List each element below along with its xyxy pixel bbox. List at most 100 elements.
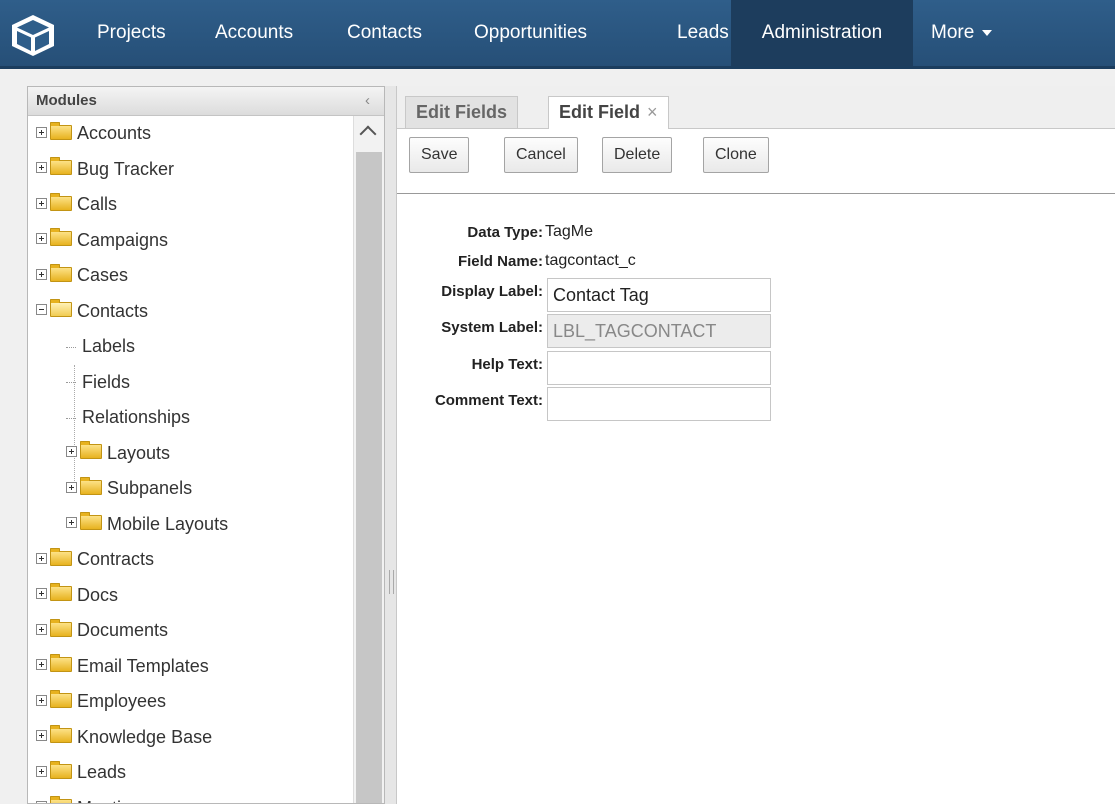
field-name-label: Field Name: [457, 253, 543, 270]
modules-tree: Accounts Bug Tracker Calls Campaigns Cases Co… [28, 116, 354, 803]
data-type-label: Data Type: [467, 224, 543, 241]
modules-panel-title: Modules [36, 92, 97, 109]
folder-icon [50, 654, 72, 673]
folder-icon [50, 689, 72, 708]
tree-item-calls[interactable]: Calls [36, 189, 117, 219]
data-type-value: TagMe [545, 223, 594, 240]
cube-logo-icon[interactable] [8, 12, 58, 58]
modules-panel-header: Modules ‹ [28, 87, 384, 116]
tree-item-mobile-layouts[interactable]: Mobile Layouts [66, 509, 228, 539]
splitter-grip-icon[interactable] [389, 570, 394, 594]
tree-item-knowledge-base[interactable]: Knowledge Base [36, 722, 212, 752]
delete-button[interactable]: Delete [602, 137, 673, 173]
expand-node-icon[interactable] [36, 730, 47, 742]
save-button[interactable]: Save [409, 137, 470, 173]
folder-icon [50, 547, 72, 566]
tree-item-label: Documents [77, 620, 169, 640]
help-text-label: Help Text: [471, 356, 543, 373]
tree-item-label: Layouts [107, 442, 171, 463]
tree-item-contracts[interactable]: Contracts [36, 544, 154, 574]
expand-node-icon[interactable] [36, 694, 47, 706]
tree-item-accounts[interactable]: Accounts [36, 118, 151, 148]
expand-node-icon[interactable] [36, 162, 47, 174]
tree-item-campaigns[interactable]: Campaigns [36, 225, 168, 255]
comment-text-label: Comment Text: [434, 392, 543, 409]
nav-administration[interactable]: Administration [731, 0, 913, 66]
collapse-node-icon[interactable] [36, 304, 47, 316]
modules-panel: Modules ‹ Accounts Bug Tracker Calls Campai… [27, 86, 385, 804]
folder-open-icon [50, 299, 72, 318]
system-label-input [547, 314, 771, 348]
expand-node-icon[interactable] [36, 623, 47, 635]
tree-item-contacts[interactable]: Contacts [36, 296, 148, 326]
tree-item-label: Contacts [77, 300, 149, 321]
expand-node-icon[interactable] [66, 446, 77, 458]
tree-item-bug-tracker[interactable]: Bug Tracker [36, 154, 174, 184]
tree-item-email-templates[interactable]: Email Templates [36, 651, 209, 681]
tab-edit-field[interactable]: Edit Field × [548, 96, 669, 129]
nav-more[interactable]: More [917, 0, 1006, 66]
tree-item-label: Calls [77, 194, 118, 214]
expand-node-icon[interactable] [36, 126, 47, 138]
folder-icon [80, 441, 102, 460]
expand-node-icon[interactable] [66, 481, 77, 493]
display-label-input[interactable] [547, 278, 771, 312]
tree-item-docs[interactable]: Docs [36, 580, 118, 610]
top-navigation-bar: Projects Accounts Contacts Opportunities… [0, 0, 1115, 69]
expand-node-icon[interactable] [36, 588, 47, 600]
tree-item-cases[interactable]: Cases [36, 260, 128, 290]
panel-splitter[interactable] [385, 86, 396, 804]
tree-item-label: Relationships [82, 407, 191, 427]
tree-connector [66, 417, 76, 419]
main-content: Edit Fields Edit Field × Save Cancel Dele… [396, 86, 1115, 804]
folder-icon [50, 725, 72, 744]
tab-edit-fields[interactable]: Edit Fields [405, 96, 519, 128]
folder-icon [50, 618, 72, 637]
tree-item-label: Meetings [77, 798, 150, 804]
expand-node-icon[interactable] [36, 765, 47, 777]
expand-node-icon[interactable] [36, 659, 47, 671]
tree-item-label: Knowledge Base [77, 726, 213, 747]
nav-more-label: More [931, 22, 975, 43]
tree-item-labels[interactable]: Labels [66, 331, 135, 361]
nav-contacts[interactable]: Contacts [334, 0, 435, 66]
expand-node-icon[interactable] [36, 552, 47, 564]
tree-item-subpanels[interactable]: Subpanels [66, 473, 192, 503]
tree-item-label: Campaigns [77, 229, 169, 250]
expand-node-icon[interactable] [36, 268, 47, 280]
clone-button[interactable]: Clone [703, 137, 769, 173]
tree-item-documents[interactable]: Documents [36, 615, 168, 645]
tree-connector [66, 382, 76, 384]
nav-opportunities[interactable]: Opportunities [461, 0, 600, 66]
tree-item-relationships[interactable]: Relationships [66, 402, 190, 432]
folder-icon [50, 263, 72, 282]
scroll-up-icon[interactable] [359, 125, 377, 143]
tree-item-label: Accounts [77, 123, 152, 143]
folder-icon [50, 228, 72, 247]
tree-item-meetings[interactable]: Meetings [36, 793, 150, 804]
tree-item-label: Leads [77, 762, 127, 782]
close-tab-icon[interactable]: × [647, 102, 658, 122]
tree-item-label: Bug Tracker [77, 158, 175, 179]
tree-item-leads[interactable]: Leads [36, 757, 126, 787]
tree-scrollbar[interactable] [353, 116, 384, 803]
expand-node-icon[interactable] [36, 233, 47, 245]
collapse-panel-icon[interactable]: ‹ [365, 87, 370, 115]
tree-item-layouts[interactable]: Layouts [66, 438, 170, 468]
tree-item-employees[interactable]: Employees [36, 686, 166, 716]
folder-icon [50, 760, 72, 779]
tree-item-fields[interactable]: Fields [66, 367, 130, 397]
tree-item-label: Mobile Layouts [107, 513, 229, 534]
nav-accounts[interactable]: Accounts [202, 0, 306, 66]
comment-text-input[interactable] [547, 387, 771, 421]
folder-icon [50, 192, 72, 211]
tree-item-label: Docs [77, 584, 119, 605]
expand-node-icon[interactable] [66, 517, 77, 529]
help-text-input[interactable] [547, 351, 771, 385]
cancel-button[interactable]: Cancel [504, 137, 578, 173]
expand-node-icon[interactable] [36, 197, 47, 209]
folder-icon [50, 583, 72, 602]
scrollbar-thumb[interactable] [356, 152, 382, 803]
nav-projects[interactable]: Projects [84, 0, 179, 66]
folder-icon [50, 121, 72, 140]
